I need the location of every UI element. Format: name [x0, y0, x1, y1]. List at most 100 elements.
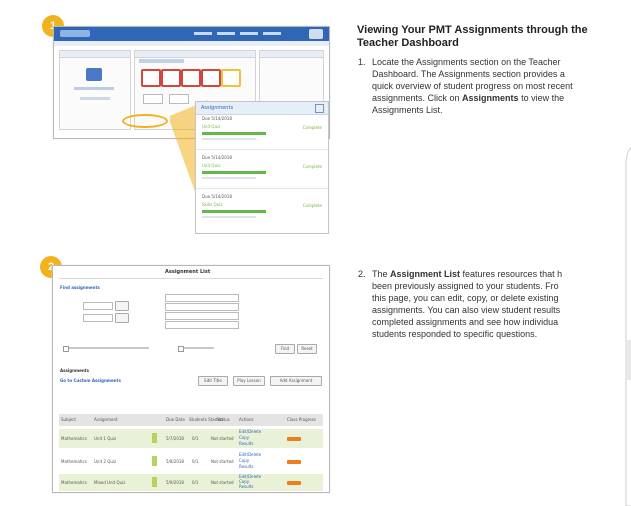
- nav-item: [217, 32, 235, 35]
- filter-select[interactable]: [165, 294, 239, 302]
- assignments-section-label: Assignments: [60, 368, 89, 373]
- step-text-line: students responded to specific questions…: [372, 329, 538, 339]
- assignment-status-link[interactable]: Complete: [303, 204, 322, 208]
- started-cell: 0/1: [192, 459, 199, 464]
- results-link[interactable]: Results: [239, 465, 253, 469]
- column-header[interactable]: Assignment: [94, 418, 118, 422]
- column-header[interactable]: Actions: [239, 418, 254, 422]
- assignment-cell[interactable]: Mixed Unit Quiz: [94, 481, 125, 485]
- assignment-summary-item[interactable]: Due 5/14/2018 Unit Quiz Complete: [202, 117, 322, 140]
- step-text-line: Assignments List.: [372, 105, 443, 115]
- copy-link[interactable]: Copy: [239, 436, 249, 440]
- step-text-line: Dashboard. The Assignments section provi…: [372, 69, 565, 79]
- filter-select[interactable]: [165, 312, 239, 320]
- step-text-line: assignments. You can also view student r…: [372, 305, 561, 315]
- step-number: 1.: [358, 57, 366, 67]
- toolbar-button[interactable]: Edit Title: [198, 376, 228, 386]
- column-header[interactable]: Class Progress: [287, 418, 316, 422]
- reset-button[interactable]: Reset: [297, 344, 317, 354]
- status-cell: Not started: [211, 459, 234, 464]
- progress-bar: [202, 171, 266, 174]
- assignment-list-title: Assignment List: [165, 269, 211, 275]
- edit-delete-link[interactable]: Edit/Delete: [239, 430, 261, 434]
- step-text-line: quick overview of student progress on mo…: [372, 81, 573, 91]
- class-progress-bar: [287, 460, 301, 464]
- assignment-status-link[interactable]: Complete: [303, 165, 322, 169]
- assignment-due-date: Due 5/14/2018: [202, 194, 232, 199]
- started-cell: 0/1: [192, 480, 199, 485]
- subject-cell: Mathematics: [61, 436, 87, 441]
- step-number: 2.: [358, 269, 366, 279]
- assignments-term: Assignments: [462, 93, 519, 103]
- status-cell: Not started: [211, 480, 234, 485]
- column-header[interactable]: Status: [217, 418, 230, 422]
- copy-link[interactable]: Copy: [239, 459, 249, 463]
- step-text-line: been previously assigned to your student…: [372, 281, 559, 291]
- status-cell: Not started: [211, 436, 234, 441]
- assignment-type-icon: [152, 477, 157, 487]
- filter-select[interactable]: [165, 303, 239, 311]
- toolbar-button[interactable]: Play Lesson: [233, 376, 265, 386]
- assignment-cell[interactable]: Unit 1 Quiz: [94, 437, 116, 441]
- results-link[interactable]: Results: [239, 485, 253, 489]
- nav-item: [263, 32, 281, 35]
- edit-delete-link[interactable]: Edit/Delete: [239, 453, 261, 457]
- filter-select[interactable]: [165, 321, 239, 329]
- class-progress-bar: [287, 437, 301, 441]
- page-title-line: Viewing Your PMT Assignments through the: [357, 24, 588, 36]
- zoom-panel-title: Assignments: [201, 105, 234, 111]
- class-panel: [59, 50, 131, 130]
- step-text-line: this page, you can edit, copy, or delete…: [372, 293, 559, 303]
- table-row[interactable]: Mathematics Unit 1 Quiz 5/7/2018 0/1 Not…: [59, 429, 323, 448]
- assignments-zoom-panel: Assignments Due 5/14/2018 Unit Quiz Comp…: [195, 101, 329, 234]
- progress-card: [181, 69, 201, 87]
- step-text-line: assignments. Click on: [372, 93, 463, 103]
- step-text-line: features resources that h: [460, 269, 563, 279]
- step-2-text: 2. The Assignment List features resource…: [358, 268, 612, 348]
- find-assignments-label: Find assignments: [60, 285, 100, 290]
- progress-card: [201, 69, 221, 87]
- logo: [60, 30, 90, 37]
- user-menu-icon: [309, 29, 323, 39]
- due-date-cell: 5/7/2018: [166, 436, 184, 441]
- progress-card: [141, 69, 161, 87]
- progress-card: [221, 69, 241, 87]
- add-assignment-button[interactable]: Add Assignment: [270, 376, 322, 386]
- filter-field[interactable]: [83, 302, 113, 310]
- nav-item: [194, 32, 212, 35]
- started-cell: 0/1: [192, 436, 199, 441]
- class-icon: [86, 68, 102, 81]
- calendar-button[interactable]: [115, 301, 129, 311]
- progress-bar: [202, 132, 266, 135]
- calendar-button[interactable]: [115, 313, 129, 323]
- page-title: Viewing Your PMT Assignments through the…: [357, 24, 617, 50]
- assignment-cell[interactable]: Unit 2 Quiz: [94, 460, 116, 464]
- find-button[interactable]: Find: [275, 344, 295, 354]
- filter-field[interactable]: [83, 314, 113, 322]
- column-header[interactable]: Subject: [61, 418, 76, 422]
- custom-assignments-link[interactable]: Go to Custom Assignments: [60, 379, 121, 383]
- assignment-summary-item[interactable]: Due 5/14/2018 Skills Quiz Complete: [202, 195, 322, 218]
- step-text-line: to view the: [518, 93, 565, 103]
- results-link[interactable]: Results: [239, 442, 253, 446]
- subject-cell: Mathematics: [61, 459, 87, 464]
- assignment-due-date: Due 5/14/2018: [202, 155, 232, 160]
- assignment-due-date: Due 5/14/2018: [202, 116, 232, 121]
- table-row[interactable]: Mathematics Unit 2 Quiz 5/8/2018 0/1 Not…: [59, 452, 323, 471]
- page-title-line: Teacher Dashboard: [357, 37, 459, 49]
- dashboard-header: [54, 27, 329, 41]
- assignment-summary-item[interactable]: Due 5/14/2018 Unit Quiz Complete: [202, 156, 322, 179]
- due-date-cell: 5/8/2018: [166, 459, 184, 464]
- assignment-type-icon: [152, 433, 157, 443]
- column-header[interactable]: Due Date: [166, 418, 185, 422]
- expand-icon[interactable]: [315, 104, 324, 113]
- nav-item: [240, 32, 258, 35]
- table-row[interactable]: Mathematics Mixed Unit Quiz 5/9/2018 0/1…: [59, 474, 323, 491]
- assignment-status-link[interactable]: Complete: [303, 126, 322, 130]
- progress-card: [161, 69, 181, 87]
- assignment-list-screenshot: Assignment List Find assignments Find Re…: [52, 265, 330, 493]
- step-text-line: completed assignments and see how indivi…: [372, 317, 559, 327]
- table-header: Subject Assignment Due Date Students Sta…: [59, 414, 323, 426]
- due-date-cell: 5/9/2018: [166, 480, 184, 485]
- assignment-type-icon: [152, 456, 157, 466]
